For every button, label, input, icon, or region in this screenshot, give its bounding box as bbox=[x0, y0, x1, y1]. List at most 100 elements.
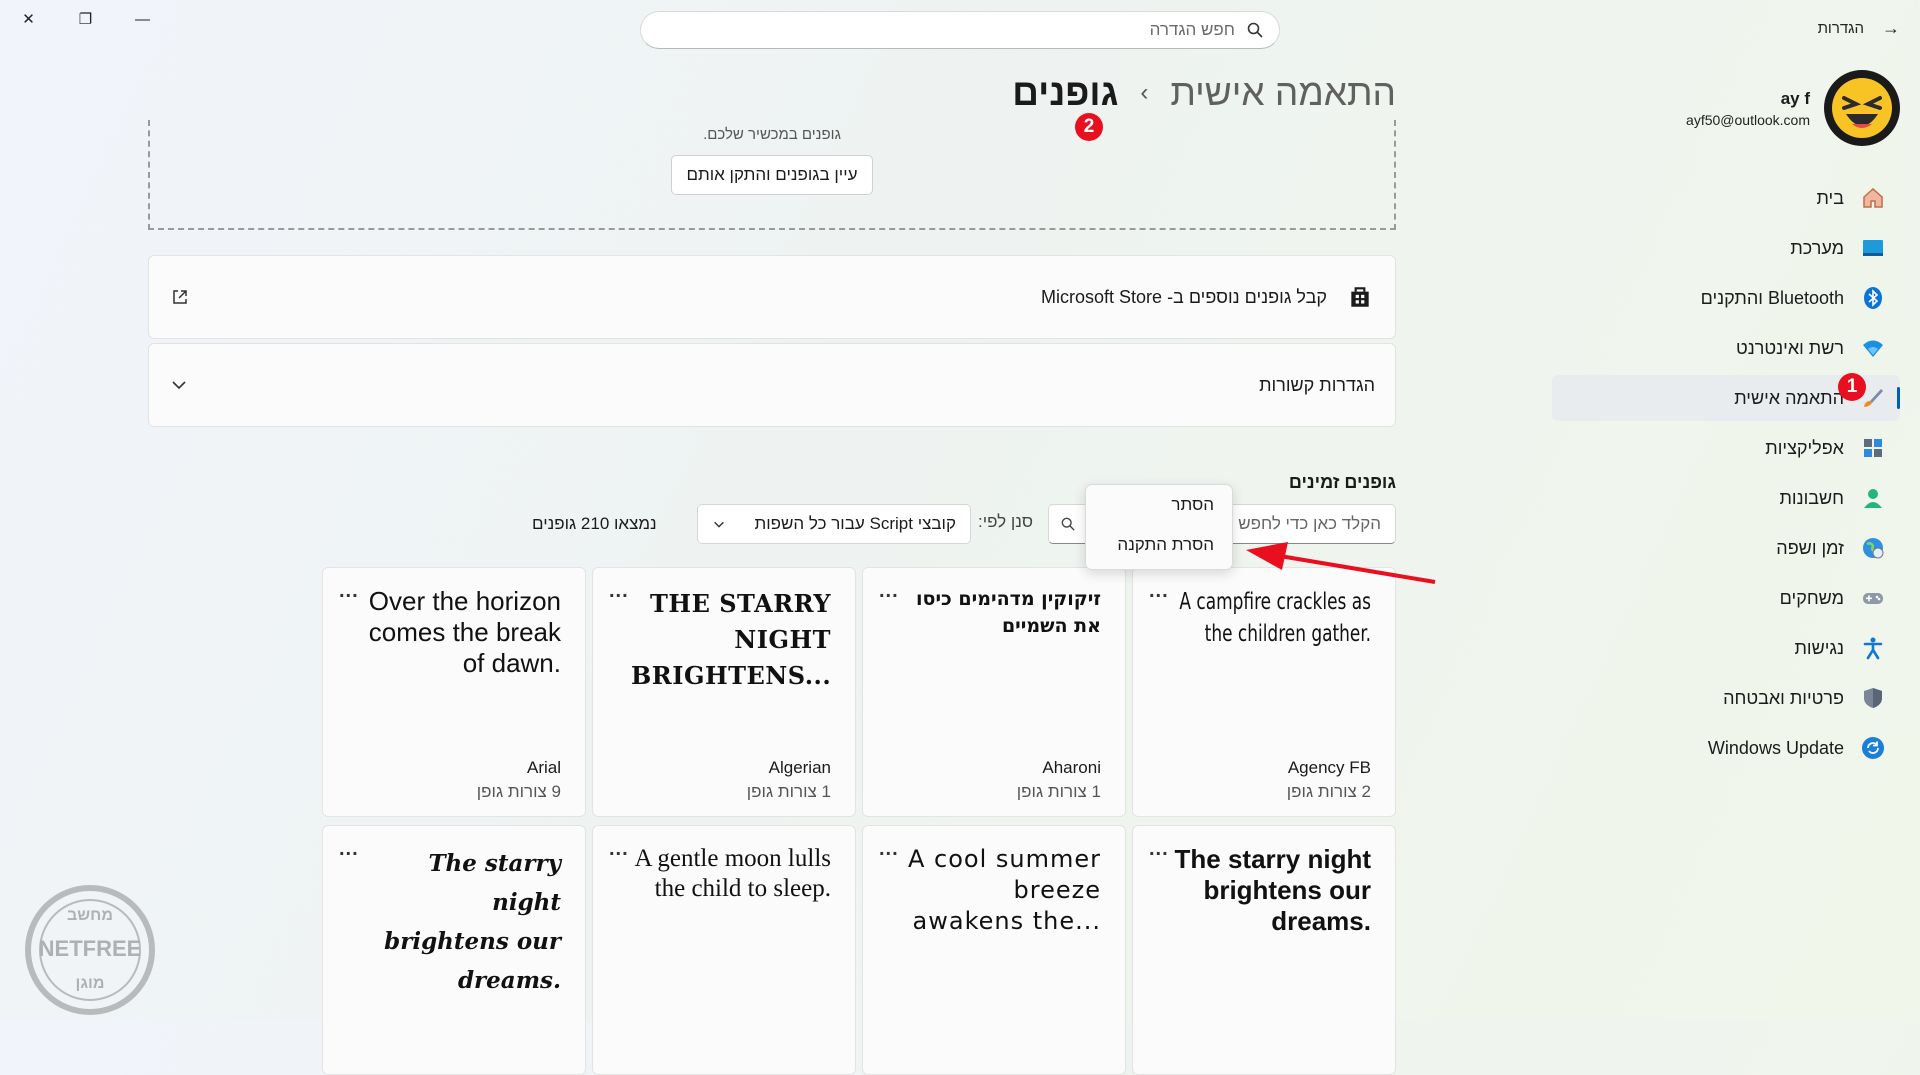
sidebar-item-label: Bluetooth והתקנים bbox=[1700, 287, 1844, 308]
sidebar-item-gaming[interactable]: משחקים bbox=[1552, 575, 1900, 621]
font-card-arial[interactable]: ... Over the horizon comes the break of … bbox=[322, 567, 586, 817]
user-profile[interactable]: ay f ayf50@outlook.com bbox=[1686, 70, 1900, 146]
sidebar-item-label: חשבונות bbox=[1779, 487, 1844, 508]
sidebar-item-network[interactable]: רשת ואינטרנט bbox=[1552, 325, 1900, 371]
drop-zone-text: גופנים במכשיר שלכם. bbox=[703, 126, 841, 143]
font-context-menu: הסתר הסרת התקנה bbox=[1085, 484, 1233, 570]
page-title: גופנים bbox=[1012, 72, 1119, 113]
font-face-count: 1 צורות גופן bbox=[746, 782, 831, 801]
user-email: ayf50@outlook.com bbox=[1686, 111, 1810, 128]
browse-install-fonts-button[interactable]: עיין בגופנים והתקן אותם bbox=[671, 155, 873, 195]
available-fonts-title: גופנים זמינים bbox=[1288, 472, 1396, 492]
font-face-count: 2 צורות גופן bbox=[1286, 782, 1371, 801]
font-sample-text: THE STARRY NIGHT BRIGHTENS... bbox=[631, 589, 832, 690]
sidebar-item-label: Windows Update bbox=[1707, 737, 1844, 758]
dropdown-value: קובצי Script עבור כל השפות bbox=[754, 514, 956, 533]
font-card[interactable]: ... The starry night brightens our dream… bbox=[1132, 825, 1396, 1075]
chevron-down-icon bbox=[172, 381, 186, 390]
sidebar-item-privacy[interactable]: פרטיות ואבטחה bbox=[1552, 675, 1900, 721]
more-options-button[interactable]: ... bbox=[879, 838, 899, 861]
sidebar-nav: בית מערכת Bluetooth והתקנים רשת ואינטרנט… bbox=[1552, 175, 1900, 775]
fonts-found-count: נמצאו 210 גופנים bbox=[532, 514, 657, 533]
bluetooth-icon bbox=[1860, 285, 1886, 311]
external-link-icon bbox=[173, 290, 187, 304]
annotation-arrow bbox=[1246, 542, 1436, 584]
sidebar-item-personalization[interactable]: התאמה אישית 1 bbox=[1552, 373, 1900, 421]
menu-item-hide[interactable]: הסתר bbox=[1086, 485, 1232, 525]
font-sample-text: זיקוקין מדהימים כיסו את השמיים bbox=[916, 588, 1101, 637]
more-options-button[interactable]: ... bbox=[1149, 580, 1169, 603]
laughing-emoji-icon bbox=[1832, 78, 1892, 138]
font-sample-text: A campfire crackles as the children gath… bbox=[1179, 589, 1371, 647]
gamepad-icon bbox=[1860, 585, 1886, 611]
watermark-middle: NETFREE bbox=[39, 936, 142, 961]
settings-search[interactable] bbox=[640, 11, 1280, 49]
sidebar-item-label: אפליקציות bbox=[1765, 437, 1844, 458]
minimize-button[interactable]: — bbox=[114, 0, 171, 38]
font-face-count: 1 צורות גופן bbox=[1016, 782, 1101, 801]
globe-clock-icon bbox=[1860, 535, 1886, 561]
font-card-algerian[interactable]: ... THE STARRY NIGHT BRIGHTENS... Algeri… bbox=[592, 567, 856, 817]
update-icon bbox=[1860, 735, 1886, 761]
font-name: Algerian bbox=[768, 758, 831, 777]
font-sample-text: Over the horizon comes the break of dawn… bbox=[368, 586, 561, 678]
close-button[interactable]: ✕ bbox=[0, 0, 57, 38]
font-name: Agency FB bbox=[1287, 758, 1371, 777]
store-icon bbox=[1351, 287, 1369, 307]
more-options-button[interactable]: ... bbox=[339, 838, 359, 861]
script-filter-dropdown[interactable]: קובצי Script עבור כל השפות bbox=[697, 504, 971, 544]
more-options-button[interactable]: ... bbox=[1149, 838, 1169, 861]
sidebar-item-label: פרטיות ואבטחה bbox=[1723, 687, 1844, 708]
home-icon bbox=[1860, 185, 1886, 211]
sidebar-item-label: מערכת bbox=[1790, 237, 1844, 258]
font-drop-zone[interactable]: גופנים במכשיר שלכם. עיין בגופנים והתקן א… bbox=[148, 120, 1396, 230]
font-name: Aharoni bbox=[1042, 758, 1101, 777]
more-options-button[interactable]: ... bbox=[339, 580, 359, 603]
more-options-button[interactable]: ... bbox=[609, 838, 629, 861]
accessibility-icon bbox=[1860, 635, 1886, 661]
font-card-agency-fb[interactable]: ... A campfire crackles as the children … bbox=[1132, 567, 1396, 817]
menu-item-uninstall[interactable]: הסרת התקנה bbox=[1086, 525, 1232, 565]
sidebar-item-accounts[interactable]: חשבונות bbox=[1552, 475, 1900, 521]
more-options-button[interactable]: ... bbox=[609, 580, 629, 603]
breadcrumb-separator: › bbox=[1140, 79, 1149, 106]
system-icon bbox=[1860, 235, 1886, 261]
search-input[interactable] bbox=[733, 19, 1237, 41]
apps-icon bbox=[1860, 435, 1886, 461]
sidebar-item-system[interactable]: מערכת bbox=[1552, 225, 1900, 271]
related-settings-row[interactable]: הגדרות קשורות bbox=[148, 343, 1396, 427]
person-icon bbox=[1860, 485, 1886, 511]
font-card[interactable]: ... A cool summer breeze awakens the... bbox=[862, 825, 1126, 1075]
search-icon bbox=[1061, 517, 1075, 531]
sidebar-item-label: נגישות bbox=[1794, 637, 1844, 658]
back-arrow-icon[interactable]: → bbox=[1882, 18, 1900, 39]
font-card[interactable]: ... A gentle moon lulls the child to sle… bbox=[592, 825, 856, 1075]
restore-button[interactable]: ❐ bbox=[57, 0, 114, 38]
chevron-down-icon bbox=[714, 521, 724, 528]
font-sample-text: A cool summer breeze awakens the... bbox=[907, 845, 1101, 935]
sidebar-item-accessibility[interactable]: נגישות bbox=[1552, 625, 1900, 671]
sidebar-item-windows-update[interactable]: Windows Update bbox=[1552, 725, 1900, 771]
user-name: ay f bbox=[1780, 88, 1810, 108]
sidebar-item-label: התאמה אישית bbox=[1734, 387, 1844, 408]
microsoft-store-row[interactable]: קבל גופנים נוספים ב- Microsoft Store bbox=[148, 255, 1396, 339]
sidebar-item-bluetooth[interactable]: Bluetooth והתקנים bbox=[1552, 275, 1900, 321]
breadcrumb-parent[interactable]: התאמה אישית bbox=[1170, 72, 1396, 114]
store-row-label: קבל גופנים נוספים ב- Microsoft Store bbox=[1041, 286, 1327, 307]
more-options-button[interactable]: ... bbox=[879, 580, 899, 603]
sidebar-item-time-language[interactable]: זמן ושפה bbox=[1552, 525, 1900, 571]
sidebar-item-label: משחקים bbox=[1779, 587, 1844, 608]
font-card-aharoni[interactable]: ... זיקוקין מדהימים כיסו את השמיים Aharo… bbox=[862, 567, 1126, 817]
avatar bbox=[1824, 70, 1900, 146]
font-card[interactable]: ... The starry night brightens our dream… bbox=[322, 825, 586, 1075]
sidebar-item-home[interactable]: בית bbox=[1552, 175, 1900, 221]
font-sample-text: The starry night brightens our dreams. bbox=[384, 850, 561, 994]
annotation-badge-1: 1 bbox=[1838, 373, 1866, 401]
sidebar-item-apps[interactable]: אפליקציות bbox=[1552, 425, 1900, 471]
app-title: הגדרות bbox=[1817, 20, 1864, 37]
breadcrumb: התאמה אישית › גופנים bbox=[1012, 72, 1396, 114]
font-sample-text: The starry night brightens our dreams. bbox=[1174, 844, 1371, 936]
window-controls: ✕ ❐ — bbox=[0, 0, 171, 38]
shield-icon bbox=[1860, 685, 1886, 711]
sidebar-item-label: רשת ואינטרנט bbox=[1736, 337, 1844, 358]
